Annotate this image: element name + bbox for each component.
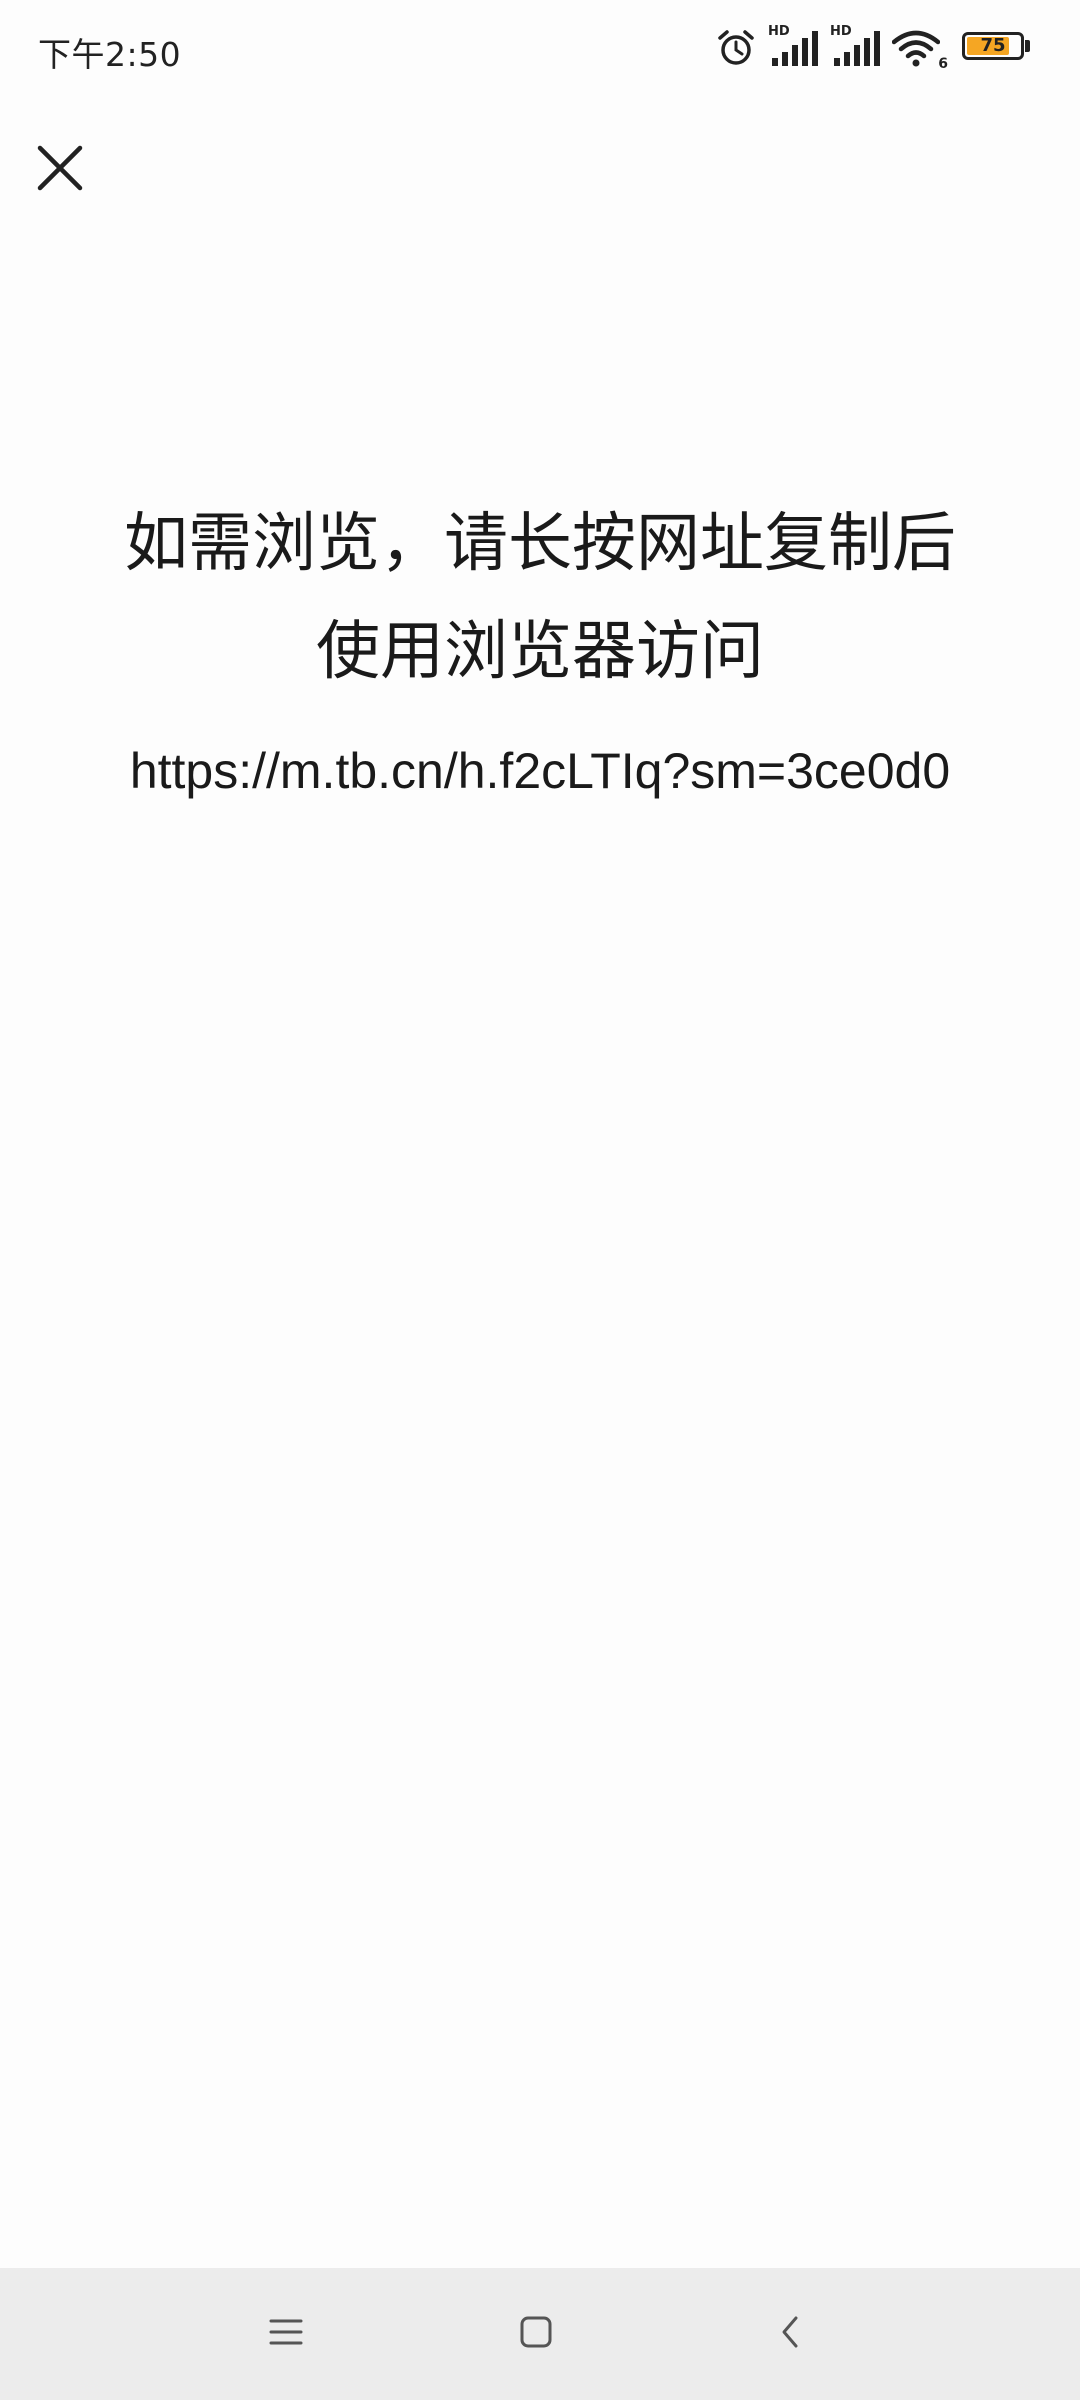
close-icon [36,144,84,196]
wifi-icon: 6 [892,28,948,72]
back-button[interactable] [748,2292,832,2376]
home-icon [518,2314,554,2354]
navigation-bar [0,2268,1080,2400]
status-icons: HD HD 6 75 [716,24,1032,72]
notice-line-2: 使用浏览器访问 [316,615,764,689]
menu-icon [268,2316,304,2352]
status-bar: 下午2:50 HD HD 6 75 [0,0,1080,96]
close-button[interactable] [18,128,102,212]
alarm-icon [716,28,756,68]
signal-icon: HD [768,24,818,68]
signal-icon: HD [830,24,880,68]
notice-line-1: 如需浏览，请长按网址复制后 [124,507,956,581]
battery-level: 75 [980,35,1006,56]
status-time: 下午2:50 [38,35,182,74]
menu-button[interactable] [244,2292,328,2376]
back-icon [778,2314,802,2354]
battery-icon: 75 [962,32,1032,64]
browse-notice: 如需浏览，请长按网址复制后 使用浏览器访问 [60,490,1020,706]
wifi-badge: 6 [938,56,948,72]
url-text[interactable]: https://m.tb.cn/h.f2cLTIq?sm=3ce0d0 [40,742,1040,800]
home-button[interactable] [494,2292,578,2376]
